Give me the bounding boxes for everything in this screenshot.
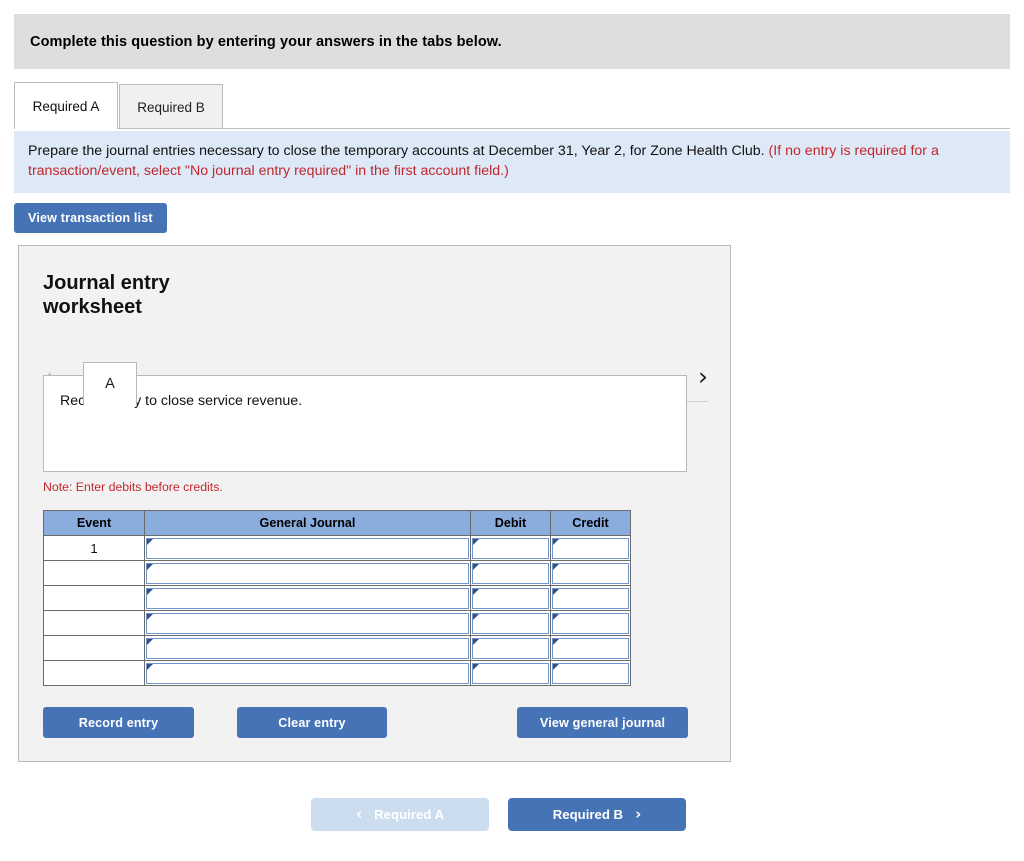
question-banner: Complete this question by entering your … — [14, 14, 1010, 69]
entry-tab-a[interactable]: A — [83, 362, 137, 406]
credit-input[interactable] — [552, 562, 629, 584]
clear-entry-button[interactable]: Clear entry — [237, 707, 387, 738]
nav-prev-label: Required A — [374, 807, 445, 822]
debit-cell[interactable] — [470, 535, 551, 561]
debit-cell[interactable] — [470, 610, 551, 636]
general-journal-cell[interactable] — [144, 560, 471, 586]
debit-cell[interactable] — [470, 660, 551, 686]
table-header-row: Event General Journal Debit Credit — [43, 510, 631, 536]
general-journal-input[interactable] — [146, 537, 469, 559]
event-cell — [43, 635, 145, 661]
general-journal-cell[interactable] — [144, 610, 471, 636]
event-cell — [43, 610, 145, 636]
view-transaction-list-button[interactable]: View transaction list — [14, 203, 167, 233]
table-row — [43, 560, 631, 586]
credit-input[interactable] — [552, 587, 629, 609]
event-cell — [43, 660, 145, 686]
debit-input[interactable] — [472, 587, 549, 609]
general-journal-input[interactable] — [146, 612, 469, 634]
debit-cell[interactable] — [470, 585, 551, 611]
entry-prompt-box: Record entry to close service revenue. — [43, 375, 687, 472]
debit-cell[interactable] — [470, 560, 551, 586]
debit-input[interactable] — [472, 612, 549, 634]
instruction-main-text: Prepare the journal entries necessary to… — [28, 143, 765, 159]
instruction-banner: Prepare the journal entries necessary to… — [14, 131, 1010, 194]
tab-required-b-label: Required B — [137, 99, 205, 115]
event-cell — [43, 560, 145, 586]
general-journal-input[interactable] — [146, 662, 469, 684]
debits-before-credits-note: Note: Enter debits before credits. — [43, 480, 223, 494]
table-row — [43, 660, 631, 686]
view-general-journal-button[interactable]: View general journal — [517, 707, 688, 738]
debit-input[interactable] — [472, 562, 549, 584]
journal-entry-table: Event General Journal Debit Credit 1 — [43, 510, 631, 686]
credit-input[interactable] — [552, 537, 629, 559]
worksheet-title: Journal entry worksheet — [43, 272, 170, 319]
general-journal-input[interactable] — [146, 587, 469, 609]
debit-cell[interactable] — [470, 635, 551, 661]
event-cell — [43, 585, 145, 611]
nav-prev-required-a-button[interactable]: ‹ Required A — [311, 798, 489, 831]
tab-required-b[interactable]: Required B — [119, 84, 223, 129]
column-header-credit: Credit — [550, 510, 631, 536]
credit-input[interactable] — [552, 612, 629, 634]
credit-cell[interactable] — [550, 585, 631, 611]
journal-entry-worksheet-panel: Journal entry worksheet ‹ A B C › Record… — [18, 245, 731, 762]
record-entry-button[interactable]: Record entry — [43, 707, 194, 738]
general-journal-cell[interactable] — [144, 635, 471, 661]
table-row: 1 — [43, 535, 631, 561]
column-header-general-journal: General Journal — [144, 510, 471, 536]
table-row — [43, 585, 631, 611]
table-row — [43, 610, 631, 636]
credit-input[interactable] — [552, 662, 629, 684]
chevron-left-icon: ‹ — [355, 805, 363, 823]
question-banner-text: Complete this question by entering your … — [30, 33, 502, 50]
general-journal-cell[interactable] — [144, 535, 471, 561]
debit-input[interactable] — [472, 662, 549, 684]
debit-input[interactable] — [472, 537, 549, 559]
tab-required-a[interactable]: Required A — [14, 82, 118, 130]
column-header-event: Event — [43, 510, 145, 536]
credit-cell[interactable] — [550, 635, 631, 661]
tabstrip-divider — [14, 128, 1010, 129]
nav-next-label: Required B — [552, 807, 624, 822]
table-row — [43, 635, 631, 661]
general-journal-cell[interactable] — [144, 585, 471, 611]
general-journal-cell[interactable] — [144, 660, 471, 686]
entry-prompt-text: Record entry to close service revenue. — [60, 393, 303, 409]
nav-next-required-b-button[interactable]: Required B › — [508, 798, 686, 831]
chevron-right-icon: › — [635, 805, 642, 823]
tab-required-a-label: Required A — [32, 98, 100, 114]
credit-cell[interactable] — [550, 610, 631, 636]
required-tabs: Required A Required B — [14, 82, 1010, 130]
credit-input[interactable] — [552, 637, 629, 659]
credit-cell[interactable] — [550, 660, 631, 686]
general-journal-input[interactable] — [146, 562, 469, 584]
credit-cell[interactable] — [550, 535, 631, 561]
entry-tab-a-label: A — [105, 376, 115, 392]
credit-cell[interactable] — [550, 560, 631, 586]
column-header-debit: Debit — [470, 510, 551, 536]
chevron-right-icon[interactable]: › — [698, 364, 708, 389]
general-journal-input[interactable] — [146, 637, 469, 659]
event-cell: 1 — [43, 535, 145, 561]
debit-input[interactable] — [472, 637, 549, 659]
